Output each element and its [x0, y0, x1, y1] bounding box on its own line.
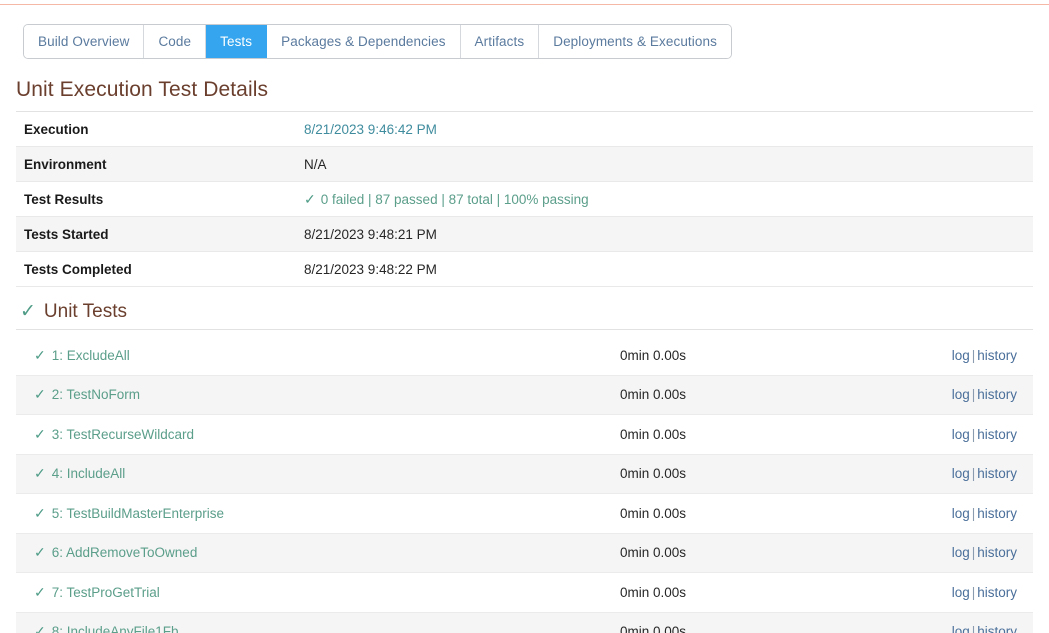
check-icon: ✓ — [34, 505, 46, 522]
test-name-text: 4: IncludeAll — [52, 466, 126, 481]
details-label: Tests Started — [16, 227, 304, 242]
build-tabs: Build OverviewCodeTestsPackages & Depend… — [23, 24, 732, 59]
test-name-text: 6: AddRemoveToOwned — [52, 545, 198, 560]
tab-code[interactable]: Code — [144, 25, 206, 58]
tab-deployments-executions[interactable]: Deployments & Executions — [539, 25, 731, 58]
section-divider — [16, 329, 1033, 330]
execution-details-table: Execution8/21/2023 9:46:42 PMEnvironment… — [16, 111, 1033, 287]
details-row: Test Results✓ 0 failed | 87 passed | 87 t… — [16, 182, 1033, 217]
test-duration: 0min 0.00s — [620, 624, 910, 633]
test-name-text: 1: ExcludeAll — [52, 348, 130, 363]
test-row: ✓5: TestBuildMasterEnterprise0min 0.00sl… — [16, 494, 1033, 534]
log-link[interactable]: log — [952, 348, 970, 363]
test-duration: 0min 0.00s — [620, 545, 910, 560]
test-name-text: 3: TestRecurseWildcard — [52, 427, 194, 442]
details-value-text: 0 failed | 87 passed | 87 total | 100% p… — [321, 192, 589, 207]
test-row-actions: log|history — [910, 585, 1033, 600]
check-icon: ✓ — [34, 623, 46, 633]
page-title: Unit Execution Test Details — [16, 78, 268, 102]
details-value: N/A — [304, 157, 327, 172]
tab-packages-dependencies[interactable]: Packages & Dependencies — [267, 25, 460, 58]
test-row: ✓ 7: TestProGetTrial 0min 0.00slog|history — [16, 573, 1033, 613]
history-link[interactable]: history — [977, 466, 1017, 481]
test-name-link[interactable]: ✓ 7: TestProGetTrial — [16, 584, 620, 601]
test-name-link[interactable]: ✓ 8: IncludeAnyFile1Fb — [16, 623, 620, 633]
test-duration: 0min 0.00s — [620, 585, 910, 600]
test-row-actions: log|history — [910, 466, 1033, 481]
log-link[interactable]: log — [952, 585, 970, 600]
test-duration: 0min 0.00s — [620, 506, 910, 521]
test-name-link[interactable]: ✓ 6: AddRemoveToOwned — [16, 544, 620, 561]
test-name-link[interactable]: ✓ 1: ExcludeAll — [16, 347, 620, 364]
unit-tests-heading-label: Unit Tests — [44, 301, 127, 323]
test-row-actions: log|history — [910, 624, 1033, 633]
log-link[interactable]: log — [952, 506, 970, 521]
test-row: ✓ 8: IncludeAnyFile1Fb 0min 0.00slog|histo… — [16, 613, 1033, 633]
history-link[interactable]: history — [977, 545, 1017, 560]
history-link[interactable]: history — [977, 624, 1017, 633]
test-row-actions: log|history — [910, 506, 1033, 521]
test-row-actions: log|history — [910, 348, 1033, 363]
unit-tests-list: ✓1: ExcludeAll0min 0.00slog|history✓2: T… — [16, 336, 1033, 633]
log-link[interactable]: log — [952, 387, 970, 402]
test-row: ✓ 6: AddRemoveToOwned 0min 0.00slog|histor… — [16, 534, 1033, 574]
history-link[interactable]: history — [977, 348, 1017, 363]
test-name-link[interactable]: ✓ 3: TestRecurseWildcard — [16, 426, 620, 443]
details-value[interactable]: 8/21/2023 9:46:42 PM — [304, 122, 437, 137]
history-link[interactable]: history — [977, 387, 1017, 402]
tests-page: Build OverviewCodeTestsPackages & Depend… — [0, 0, 1049, 633]
log-link[interactable]: log — [952, 545, 970, 560]
tab-build-overview[interactable]: Build Overview — [24, 25, 144, 58]
history-link[interactable]: history — [977, 585, 1017, 600]
test-name-link[interactable]: ✓ 2: TestNoForm — [16, 386, 620, 403]
test-row-actions: log|history — [910, 387, 1033, 402]
check-icon: ✓ — [304, 191, 316, 208]
details-label: Environment — [16, 157, 304, 172]
check-icon: ✓ — [34, 584, 46, 601]
test-row-actions: log|history — [910, 427, 1033, 442]
check-icon: ✓ — [34, 426, 46, 443]
test-duration: 0min 0.00s — [620, 427, 910, 442]
test-name-link[interactable]: ✓ 4: IncludeAll — [16, 465, 620, 482]
test-name-text: 8: IncludeAnyFile1Fb — [52, 624, 179, 633]
test-name-text: 2: TestNoForm — [52, 387, 140, 402]
check-icon: ✓ — [34, 386, 46, 403]
check-icon: ✓ — [20, 300, 36, 323]
test-name-link[interactable]: ✓ 5: TestBuildMasterEnterprise — [16, 505, 620, 522]
details-row: Tests Started8/21/2023 9:48:21 PM — [16, 217, 1033, 252]
check-icon: ✓ — [34, 347, 46, 364]
test-name-text: 7: TestProGetTrial — [52, 585, 160, 600]
details-row: Tests Completed8/21/2023 9:48:22 PM — [16, 252, 1033, 287]
details-value: ✓ 0 failed | 87 passed | 87 total | 100% … — [304, 191, 589, 208]
test-duration: 0min 0.00s — [620, 466, 910, 481]
log-link[interactable]: log — [952, 624, 970, 633]
test-row: ✓ 3: TestRecurseWildcard 0min 0.00slog|his… — [16, 415, 1033, 455]
test-duration: 0min 0.00s — [620, 387, 910, 402]
check-icon: ✓ — [34, 465, 46, 482]
details-label: Execution — [16, 122, 304, 137]
details-value: 8/21/2023 9:48:21 PM — [304, 227, 437, 242]
unit-tests-heading: ✓ Unit Tests — [20, 300, 127, 323]
test-row: ✓ 2: TestNoForm 0min 0.00slog|history — [16, 376, 1033, 416]
log-link[interactable]: log — [952, 466, 970, 481]
log-link[interactable]: log — [952, 427, 970, 442]
history-link[interactable]: history — [977, 506, 1017, 521]
test-row: ✓ 4: IncludeAll 0min 0.00slog|history — [16, 455, 1033, 495]
tab-tests[interactable]: Tests — [206, 25, 267, 58]
tab-artifacts[interactable]: Artifacts — [461, 25, 540, 58]
details-label: Test Results — [16, 192, 304, 207]
details-row: Execution8/21/2023 9:46:42 PM — [16, 112, 1033, 147]
test-row: ✓ 1: ExcludeAll 0min 0.00slog|history — [16, 336, 1033, 376]
check-icon: ✓ — [34, 544, 46, 561]
details-label: Tests Completed — [16, 262, 304, 277]
top-accent-rule — [0, 4, 1049, 5]
details-row: EnvironmentN/A — [16, 147, 1033, 182]
test-row-actions: log|history — [910, 545, 1033, 560]
details-value: 8/21/2023 9:48:22 PM — [304, 262, 437, 277]
test-duration: 0min 0.00s — [620, 348, 910, 363]
history-link[interactable]: history — [977, 427, 1017, 442]
test-name-text: 5: TestBuildMasterEnterprise — [52, 506, 224, 521]
